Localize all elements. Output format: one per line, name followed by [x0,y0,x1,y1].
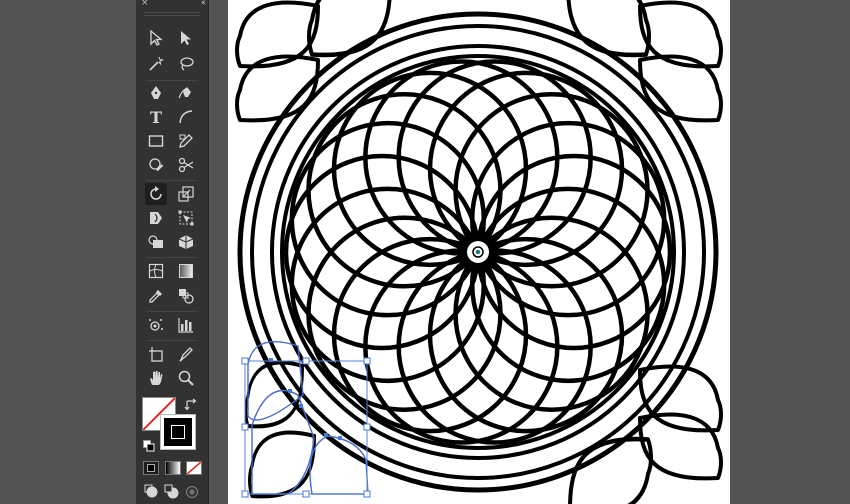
rotate-origin-marker[interactable] [467,241,489,263]
bbox-handle-ne [363,357,371,365]
svg-text:T: T [150,108,162,126]
rectangle-tool-icon[interactable] [145,130,167,152]
bbox-handle-w [241,423,249,431]
curvature-tool-icon[interactable] [175,82,197,104]
bbox-handle-e [363,423,371,431]
slice-tool-icon[interactable] [175,343,197,365]
column-graph-tool-icon[interactable] [175,314,197,336]
shaper-tool-icon[interactable] [145,154,167,176]
corner-leaf [638,412,723,481]
panel-grip[interactable] [144,12,200,16]
draw-inside-icon[interactable] [184,484,200,500]
toolbar-separator [146,80,198,81]
direct-selection-tool-icon[interactable] [175,27,197,49]
mandala-artwork [235,0,723,504]
type-tool-icon[interactable]: T [145,106,167,128]
lasso-tool-icon[interactable] [175,53,197,75]
pen-tool-icon[interactable] [145,82,167,104]
bbox-handle-se [363,490,371,498]
mesh-tool-icon[interactable] [145,260,167,282]
draw-normal-icon[interactable] [144,484,160,500]
stroke-swatch[interactable] [160,414,196,450]
color-mode-icon[interactable] [143,461,159,475]
toolbar-separator [146,180,198,181]
toolbar-separator [146,257,198,258]
swap-fill-stroke-icon[interactable] [184,397,198,411]
bbox-handle-sw [241,490,249,498]
bbox-handle-s [302,490,310,498]
bbox-handle-n [302,357,310,365]
rotate-tool-icon[interactable] [145,183,167,205]
artboard-tool-icon[interactable] [145,343,167,365]
scale-tool-icon[interactable] [175,183,197,205]
artboard[interactable] [228,0,730,504]
symbol-sprayer-tool-icon[interactable] [145,314,167,336]
arc-tool-icon[interactable] [175,106,197,128]
corner-leaf [566,0,651,58]
blend-tool-icon[interactable] [175,285,197,307]
toolbar-separator [146,340,198,341]
selection-tool-icon[interactable] [145,27,167,49]
corner-leaf [307,0,392,58]
panel-close-icon[interactable]: × [141,0,149,8]
scissors-tool-icon[interactable] [175,154,197,176]
shape-builder-tool-icon[interactable] [145,231,167,253]
toolbar-separator [146,311,198,312]
warp-tool-icon[interactable] [145,207,167,229]
tools-panel-header: × ‹‹ [136,0,208,10]
bbox-handle-nw [241,357,249,365]
illustrator-workspace: × ‹‹ T [0,0,850,504]
magic-wand-tool-icon[interactable] [145,53,167,75]
draw-behind-icon[interactable] [164,484,180,500]
pencil-tool-icon[interactable] [175,130,197,152]
gradient-tool-icon[interactable] [175,260,197,282]
none-mode-icon[interactable] [186,461,202,475]
free-transform-tool-icon[interactable] [175,207,197,229]
gradient-mode-icon[interactable] [165,461,181,475]
zoom-tool-icon[interactable] [175,367,197,389]
perspective-grid-tool-icon[interactable] [175,231,197,253]
corner-leaf [248,430,317,499]
tools-panel: × ‹‹ T [136,0,209,504]
hand-tool-icon[interactable] [145,367,167,389]
default-fill-stroke-icon[interactable] [143,437,155,452]
eyedropper-tool-icon[interactable] [145,285,167,307]
panel-collapse-icon[interactable]: ‹‹ [201,0,206,8]
